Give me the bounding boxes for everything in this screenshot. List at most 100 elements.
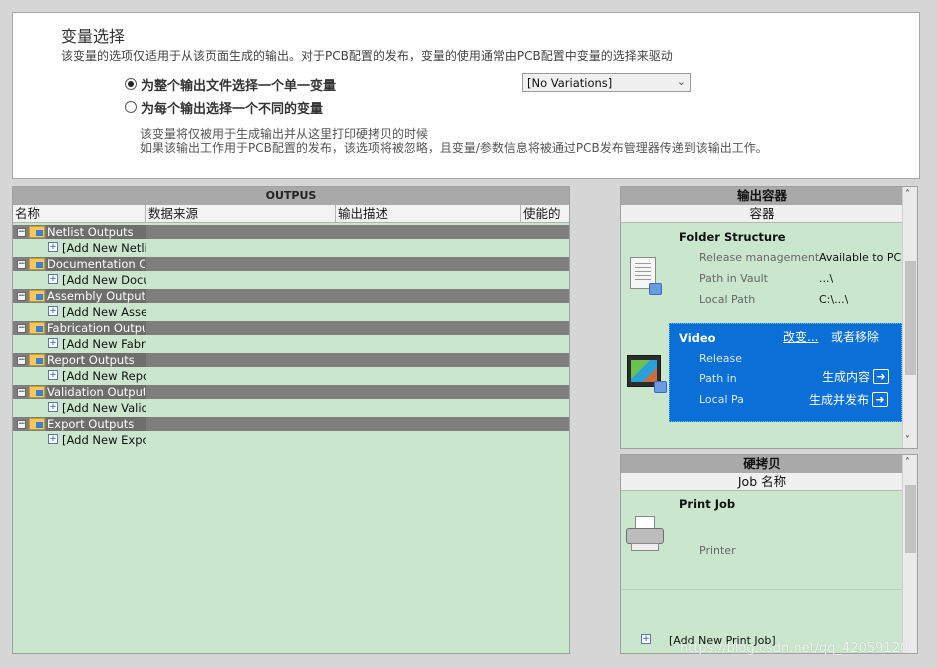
add-icon[interactable]: + <box>48 338 58 348</box>
folder-structure-title: Folder Structure <box>679 230 786 244</box>
add-icon[interactable]: + <box>48 274 58 284</box>
video-release-label: Release <box>699 352 742 365</box>
folder-icon <box>29 322 45 334</box>
collapse-icon[interactable]: − <box>17 324 26 333</box>
generate-and-publish-button[interactable]: 生成并发布 ➜ <box>809 391 889 408</box>
add-icon[interactable]: + <box>48 370 58 380</box>
container-scrollbar[interactable]: ˄ ˅ <box>902 187 917 448</box>
add-output-row[interactable]: + [Add New Report Output] <box>13 367 569 385</box>
add-icon[interactable]: + <box>641 634 651 644</box>
hardcopy-panel: 硬拷贝 Job 名称 Print Job Printer + [Add New … <box>620 454 918 654</box>
release-management-label: Release management <box>699 251 820 264</box>
outputs-panel: OUTPUS 名称 数据来源 输出描述 使能的 − Netlist Output… <box>12 186 570 654</box>
column-name[interactable]: 名称 <box>13 205 146 222</box>
add-output-row[interactable]: + [Add New Netlist Output] <box>13 239 569 257</box>
add-output-row[interactable]: + [Add New Assembly Output] <box>13 303 569 321</box>
hardcopy-scrollbar[interactable]: ˄ <box>902 455 917 653</box>
output-group-label: Documentation Outputs <box>47 257 145 271</box>
add-output-label[interactable]: [Add New Documentation Output] <box>62 273 146 287</box>
change-link[interactable]: 改变... <box>783 328 818 345</box>
add-output-row[interactable]: + [Add New Fabrication Output] <box>13 335 569 353</box>
arrow-right-icon: ➜ <box>873 369 890 384</box>
video-path-label: Path in <box>699 372 737 385</box>
path-in-vault-label: Path in Vault <box>699 272 768 285</box>
add-output-label[interactable]: [Add New Report Output] <box>62 369 146 383</box>
add-icon[interactable]: + <box>48 434 58 444</box>
output-group-row[interactable]: − Report Outputs <box>13 353 569 367</box>
output-group-row[interactable]: − Netlist Outputs <box>13 225 569 239</box>
folder-icon <box>29 354 45 366</box>
folder-icon <box>29 226 45 238</box>
arrow-right-icon: ➜ <box>872 392 889 407</box>
variant-selection-panel: 变量选择 该变量的选项仅适用于从该页面生成的输出。对于PCB配置的发布，变量的使… <box>12 12 920 179</box>
collapse-icon[interactable]: − <box>17 420 26 429</box>
path-in-vault-value: ...\ <box>819 272 834 285</box>
add-output-label[interactable]: [Add New Fabrication Output] <box>62 337 146 351</box>
document-icon <box>630 257 662 295</box>
add-icon[interactable]: + <box>48 242 58 252</box>
add-output-row[interactable]: + [Add New Documentation Output] <box>13 271 569 289</box>
video-title: Video <box>679 331 716 345</box>
generate-content-button[interactable]: 生成内容 ➜ <box>822 368 890 385</box>
add-output-label[interactable]: [Add New Validation Output] <box>62 401 146 415</box>
print-job-title: Print Job <box>679 497 736 511</box>
output-group-row[interactable]: − Validation Outputs <box>13 385 569 399</box>
container-subtitle[interactable]: 容器 <box>621 205 903 223</box>
scroll-up-icon[interactable]: ˄ <box>905 457 910 468</box>
chevron-down-icon[interactable]: ⌄ <box>677 75 686 88</box>
generate-content-label: 生成内容 <box>822 370 871 384</box>
add-output-row[interactable]: + [Add New Export Output] <box>13 431 569 449</box>
printer-label: Printer <box>699 544 736 557</box>
column-output-description[interactable]: 输出描述 <box>336 205 521 222</box>
option-multiple-label: 为每个输出选择一个不同的变量 <box>141 101 324 117</box>
outputs-column-headers: 名称 数据来源 输出描述 使能的 <box>13 205 569 223</box>
output-group-label: Fabrication Outputs <box>47 321 145 335</box>
scrollbar-thumb[interactable] <box>905 485 916 553</box>
outputs-header: OUTPUS <box>13 187 569 205</box>
or-remove-link[interactable]: 或者移除 <box>831 328 879 345</box>
scroll-down-icon[interactable]: ˅ <box>905 435 910 446</box>
scroll-up-icon[interactable]: ˄ <box>905 189 910 200</box>
hardcopy-subtitle[interactable]: Job 名称 <box>621 473 903 491</box>
output-group-row[interactable]: − Documentation Outputs <box>13 257 569 271</box>
radio-selected-icon[interactable] <box>125 78 137 90</box>
folder-icon <box>29 418 45 430</box>
output-group-row[interactable]: − Assembly Outputs <box>13 289 569 303</box>
column-enabled[interactable]: 使能的 <box>521 205 569 222</box>
radio-unselected-icon[interactable] <box>125 101 137 113</box>
add-icon[interactable]: + <box>48 306 58 316</box>
scrollbar-thumb[interactable] <box>905 261 916 375</box>
container-title: 输出容器 <box>621 187 903 205</box>
output-group-label: Report Outputs <box>47 353 135 367</box>
variant-description: 该变量的选项仅适用于从该页面生成的输出。对于PCB配置的发布，变量的使用通常由P… <box>61 49 673 63</box>
add-output-label[interactable]: [Add New Netlist Output] <box>62 241 146 255</box>
local-path-label: Local Path <box>699 293 756 306</box>
media-container-icon <box>627 355 667 393</box>
watermark-text: https://blog.csdn.net/qq_42059120 <box>680 641 909 656</box>
variant-note-2: 如果该输出工作用于PCB配置的发布，该选项将被忽略，且变量/参数信息将被通过PC… <box>140 141 768 155</box>
output-group-row[interactable]: − Fabrication Outputs <box>13 321 569 335</box>
option-multiple-variant[interactable]: 为每个输出选择一个不同的变量 <box>125 98 324 117</box>
add-output-label[interactable]: [Add New Assembly Output] <box>62 305 146 319</box>
folder-icon <box>29 290 45 302</box>
collapse-icon[interactable]: − <box>17 356 26 365</box>
add-icon[interactable]: + <box>48 402 58 412</box>
output-group-row[interactable]: − Export Outputs <box>13 417 569 431</box>
option-single-label: 为整个输出文件选择一个单一变量 <box>141 78 337 94</box>
option-single-variant[interactable]: 为整个输出文件选择一个单一变量 <box>125 75 337 94</box>
printer-icon <box>626 516 666 554</box>
collapse-icon[interactable]: − <box>17 260 26 269</box>
collapse-icon[interactable]: − <box>17 388 26 397</box>
video-container[interactable]: Video 改变... 或者移除 Release Path in Local P… <box>669 323 902 422</box>
add-output-row[interactable]: + [Add New Validation Output] <box>13 399 569 417</box>
variation-select[interactable]: [No Variations] ⌄ <box>522 73 691 92</box>
column-data-source[interactable]: 数据来源 <box>146 205 336 222</box>
collapse-icon[interactable]: − <box>17 228 26 237</box>
folder-icon <box>29 386 45 398</box>
video-local-path-label: Local Pa <box>699 393 744 406</box>
output-group-label: Netlist Outputs <box>47 225 134 239</box>
output-group-label: Export Outputs <box>47 417 135 431</box>
add-output-label[interactable]: [Add New Export Output] <box>62 433 146 447</box>
output-container-panel: 输出容器 容器 Folder Structure Release managem… <box>620 186 918 449</box>
collapse-icon[interactable]: − <box>17 292 26 301</box>
